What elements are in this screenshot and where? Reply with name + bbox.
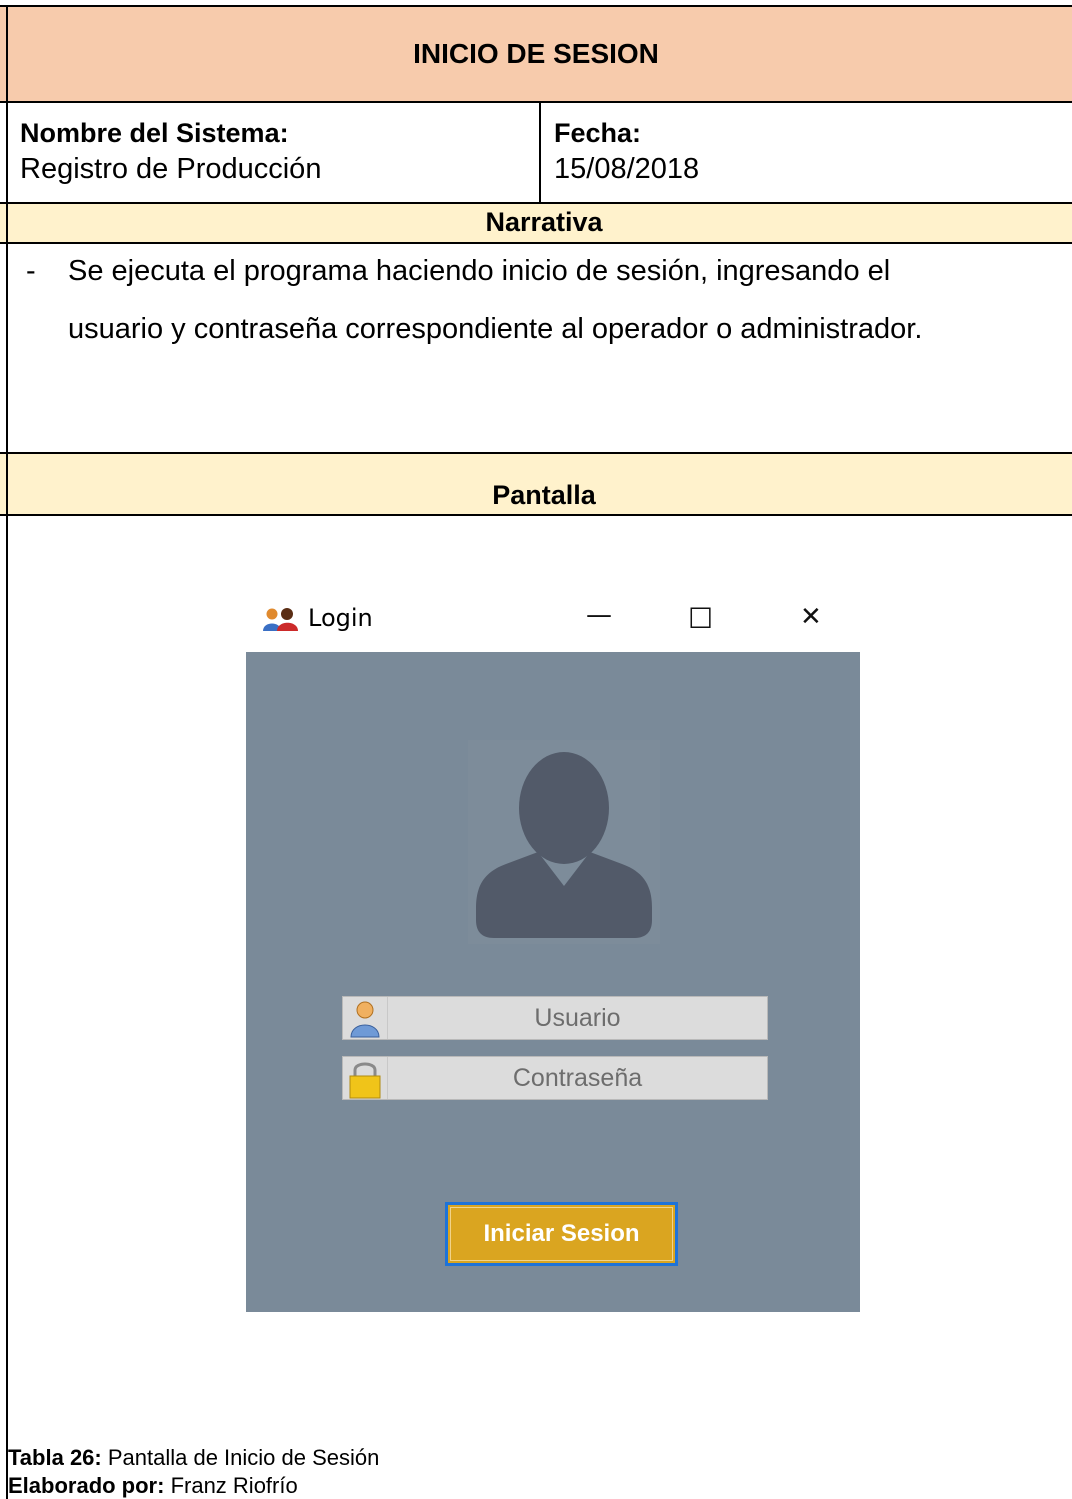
table-border — [0, 242, 1072, 244]
password-input[interactable]: Contraseña — [342, 1056, 768, 1100]
table-caption: Tabla 26: Pantalla de Inicio de Sesión — [8, 1445, 379, 1471]
table-caption-label: Tabla 26: — [8, 1445, 102, 1470]
narrative-bullet: - — [26, 255, 36, 287]
window-title: Login — [308, 604, 373, 632]
user-icon — [343, 997, 388, 1039]
table-caption-text: Pantalla de Inicio de Sesión — [101, 1445, 380, 1470]
table-border — [0, 202, 1072, 204]
date-label: Fecha: — [554, 118, 642, 148]
system-name-value: Registro de Producción — [20, 153, 322, 185]
username-placeholder: Usuario — [534, 1003, 621, 1032]
screen-heading: Pantalla — [492, 480, 596, 510]
maximize-icon[interactable]: ☐ — [688, 602, 713, 635]
system-name-label: Nombre del Sistema: — [20, 118, 289, 148]
login-button-focus-ring — [450, 1207, 673, 1261]
table-border — [0, 452, 1072, 454]
close-icon[interactable]: ✕ — [800, 602, 822, 632]
author-caption-label: Elaborado por: — [8, 1473, 165, 1498]
date-value: 15/08/2018 — [554, 153, 700, 185]
table-border-mid — [539, 101, 541, 204]
page-title: INICIO DE SESION — [413, 38, 659, 69]
author-caption: Elaborado por: Franz Riofrío — [8, 1473, 298, 1499]
minimize-icon[interactable]: — — [586, 600, 612, 630]
password-placeholder: Contraseña — [512, 1063, 643, 1092]
narrative-line-2: usuario y contraseña correspondiente al … — [68, 313, 923, 345]
author-caption-text: Franz Riofrío — [164, 1473, 298, 1498]
narrative-heading: Narrativa — [485, 207, 603, 237]
lock-icon — [343, 1057, 388, 1099]
table-border — [0, 514, 1072, 516]
narrative-line-1: Se ejecuta el programa haciendo inicio d… — [68, 255, 891, 287]
users-icon — [262, 606, 300, 632]
user-avatar-icon — [468, 740, 660, 944]
username-input[interactable]: Usuario — [342, 996, 768, 1040]
login-button[interactable]: Iniciar Sesion — [445, 1202, 678, 1266]
